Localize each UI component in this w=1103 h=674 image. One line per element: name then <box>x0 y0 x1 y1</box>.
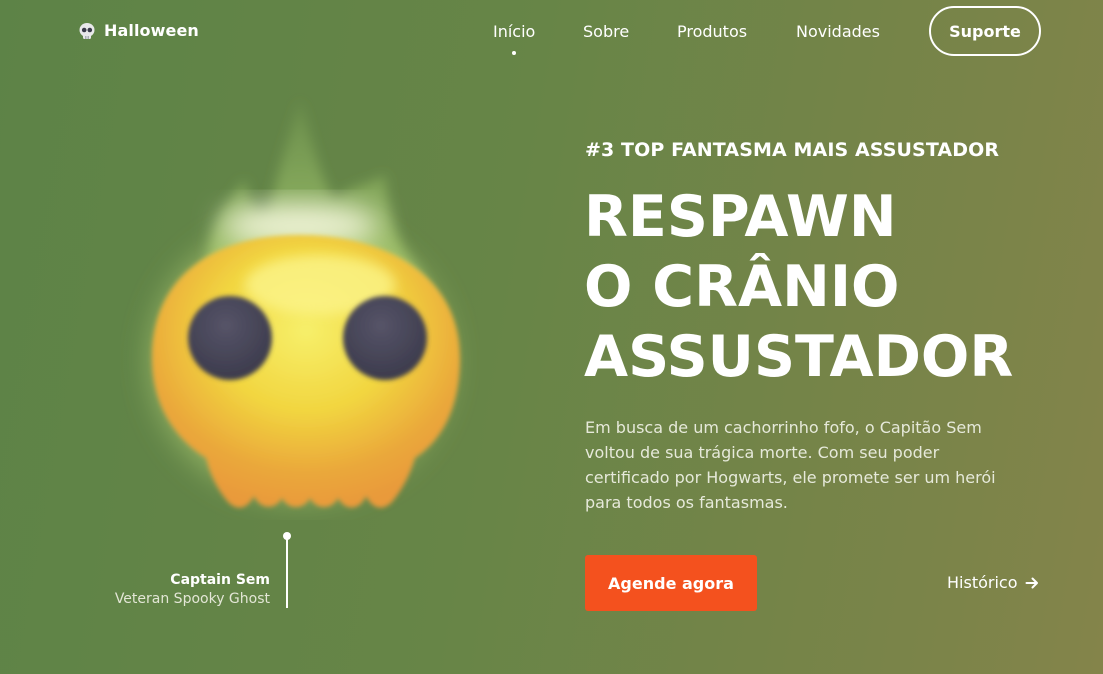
character-name: Captain Sem <box>170 572 270 588</box>
schedule-now-button[interactable]: Agende agora <box>585 555 757 611</box>
hero-headline: RESPAWN O CRÂNIO ASSUSTADOR <box>584 182 1013 392</box>
character-role: Veteran Spooky Ghost <box>114 591 270 607</box>
headline-line-1: RESPAWN <box>584 184 897 250</box>
arrow-right-icon <box>1025 577 1039 588</box>
nav-item-novidades[interactable]: Novidades <box>796 22 880 41</box>
skull-ghost-illustration <box>120 90 480 520</box>
history-link-label: Histórico <box>947 573 1018 592</box>
skull-ghost-icon <box>150 100 460 508</box>
support-button[interactable]: Suporte <box>929 6 1041 56</box>
nav-item-inicio[interactable]: Início <box>493 22 535 55</box>
nav-item-produtos[interactable]: Produtos <box>677 22 747 41</box>
character-caption: Captain Sem Veteran Spooky Ghost <box>115 571 270 609</box>
nav-item-sobre[interactable]: Sobre <box>583 22 629 41</box>
headline-line-2: O CRÂNIO <box>584 254 900 320</box>
hero-eyebrow: #3 TOP FANTASMA MAIS ASSUSTADOR <box>585 139 1000 161</box>
hero-description: Em busca de um cachorrinho fofo, o Capit… <box>585 418 996 512</box>
history-link[interactable]: Histórico <box>947 573 1039 592</box>
caption-pointer-line <box>286 538 288 608</box>
headline-line-3: ASSUSTADOR <box>584 324 1014 390</box>
